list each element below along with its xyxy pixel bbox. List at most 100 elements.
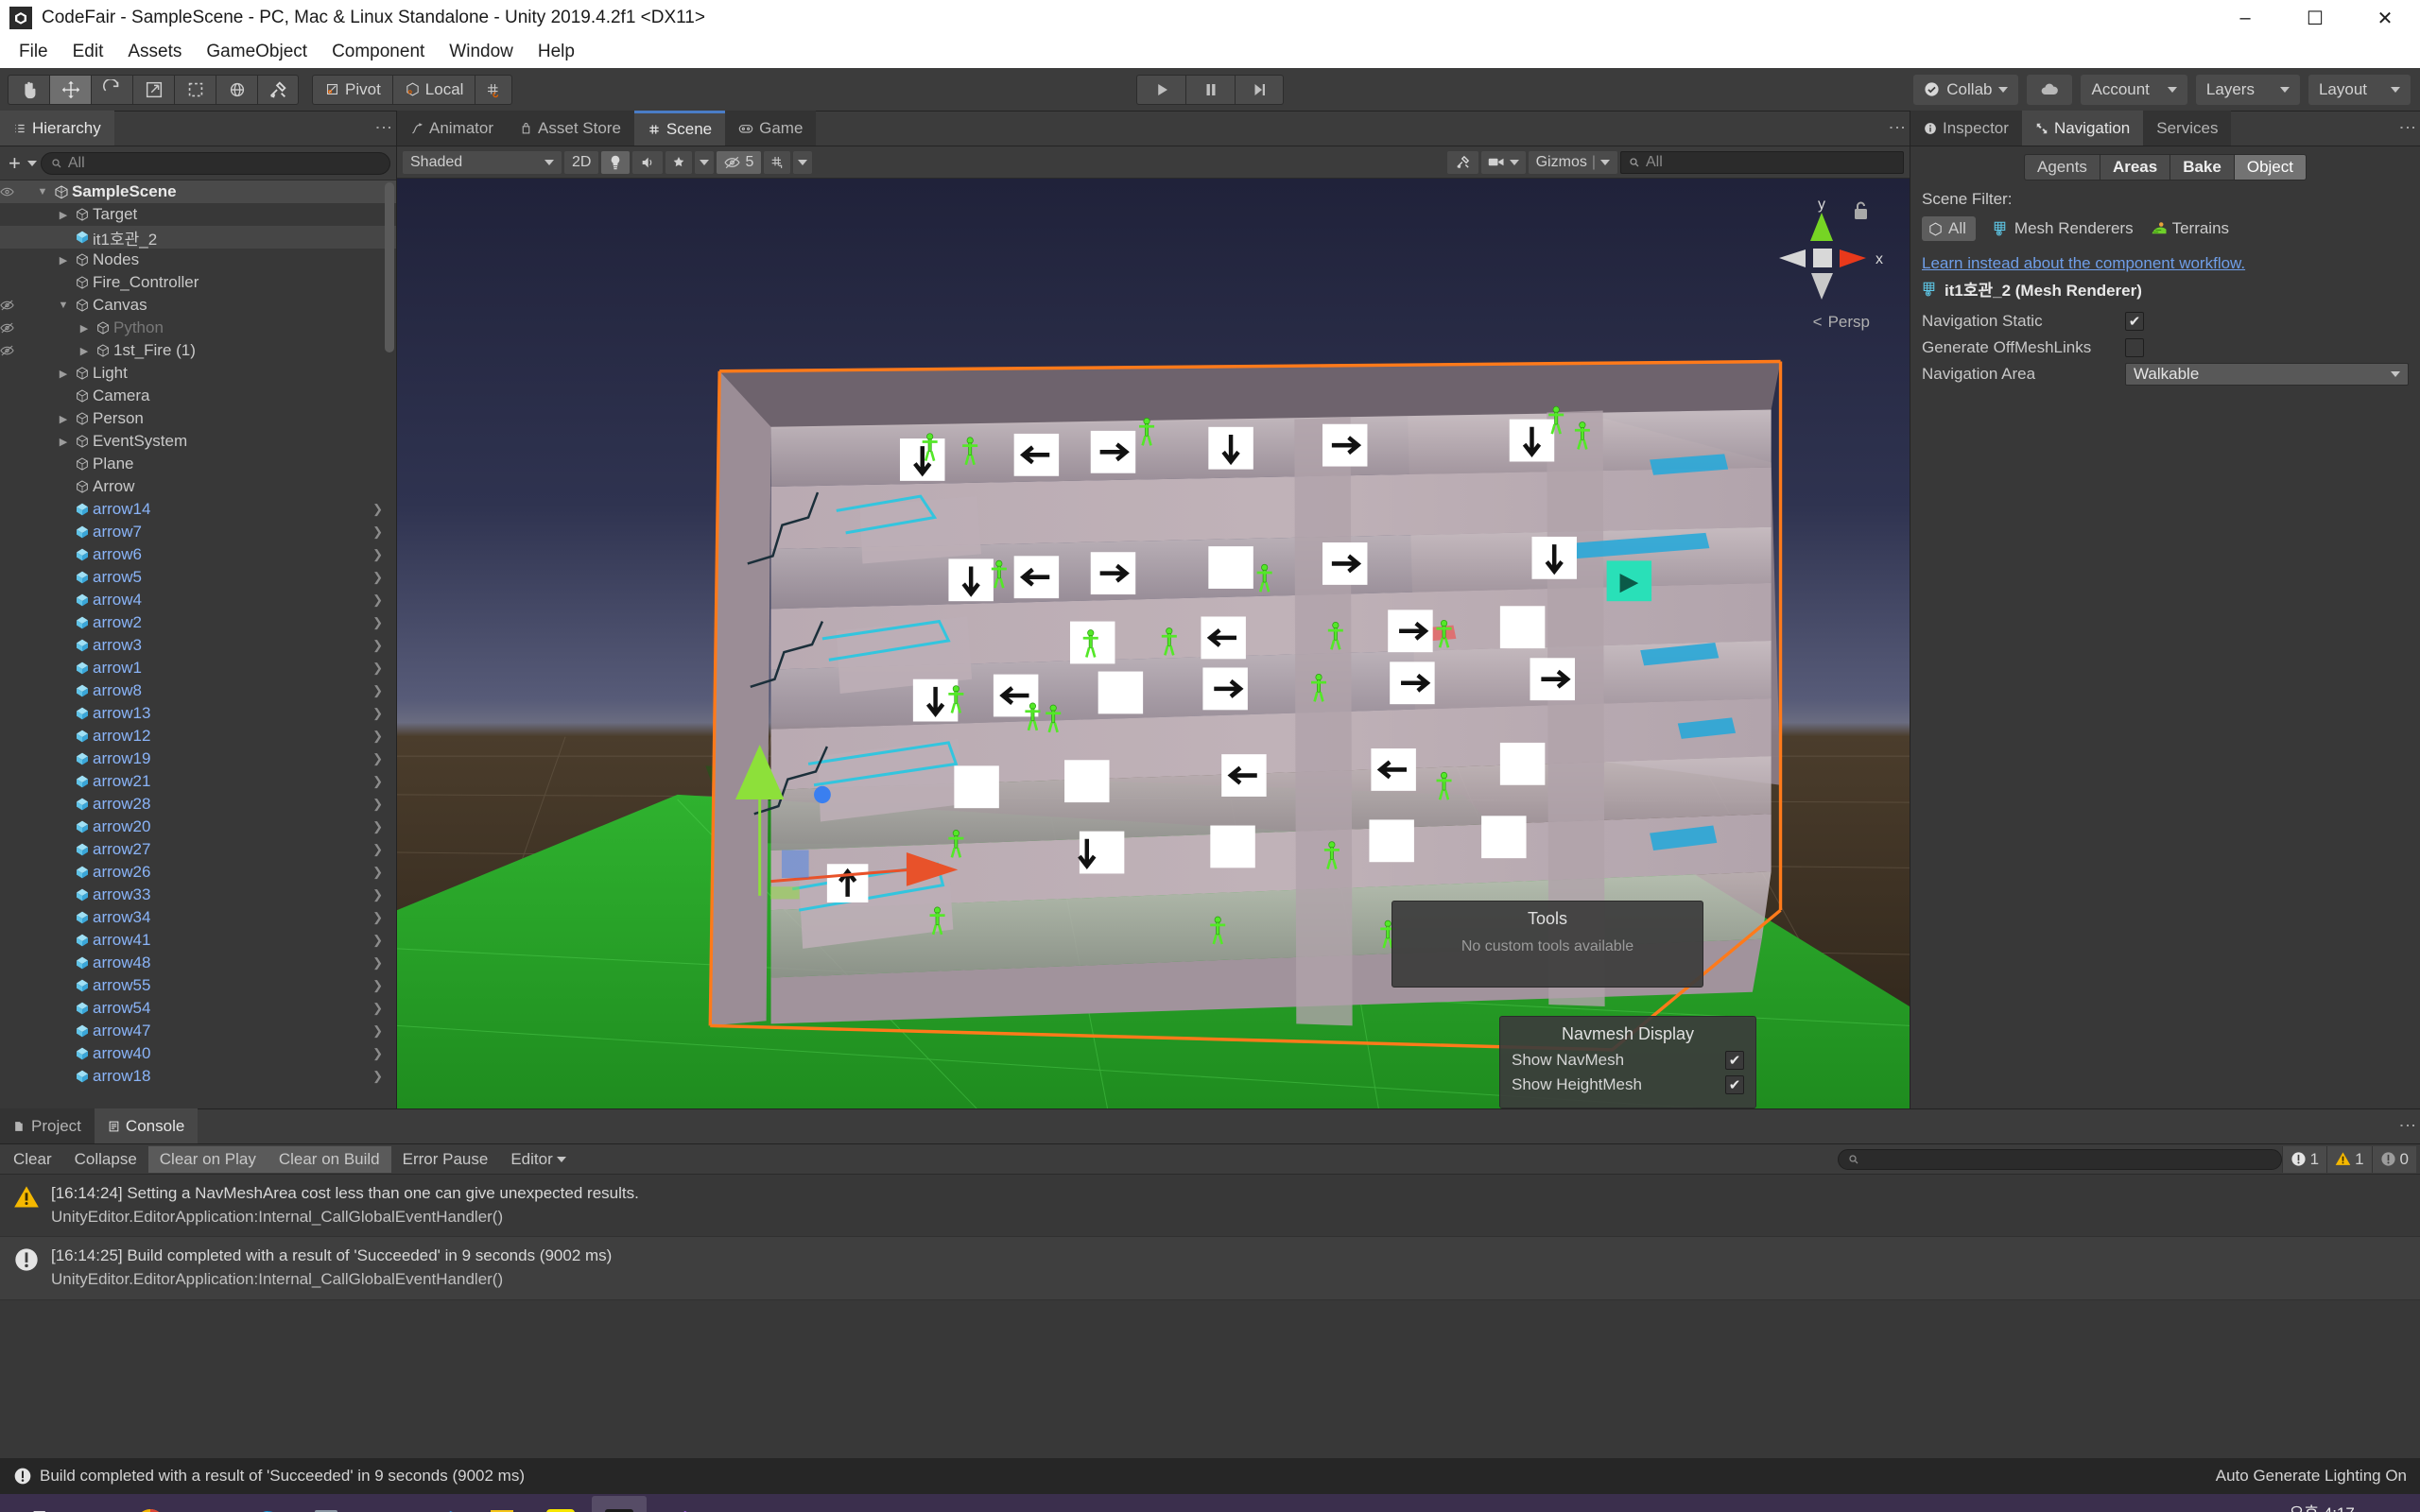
visual-studio-icon[interactable] <box>650 1496 705 1512</box>
hierarchy-item-arrow8[interactable]: arrow8 ❯ <box>0 679 396 702</box>
prefab-open-chevron-icon[interactable]: ❯ <box>372 683 383 698</box>
prefab-open-chevron-icon[interactable]: ❯ <box>372 955 383 971</box>
prefab-open-chevron-icon[interactable]: ❯ <box>372 1069 383 1084</box>
close-button[interactable]: ✕ <box>2350 0 2420 36</box>
layers-button[interactable]: Layers <box>2195 74 2300 105</box>
hierarchy-item-arrow40[interactable]: arrow40 ❯ <box>0 1042 396 1065</box>
prefab-open-chevron-icon[interactable]: ❯ <box>372 751 383 766</box>
visibility-toggle-off-icon[interactable] <box>0 322 25 334</box>
menu-file[interactable]: File <box>8 39 60 65</box>
clear-on-build-button[interactable]: Clear on Build <box>267 1145 391 1173</box>
show-navmesh-checkbox[interactable]: ✔ <box>1725 1051 1744 1070</box>
local-space-button[interactable]: Local <box>391 74 475 105</box>
component-workflow-link[interactable]: Learn instead about the component workfl… <box>1922 254 2409 273</box>
hierarchy-scrollbar[interactable] <box>385 182 394 352</box>
menu-window[interactable]: Window <box>438 39 525 65</box>
scene-orientation-gizmo[interactable]: y x <box>1760 196 1883 318</box>
show-heightmesh-checkbox[interactable]: ✔ <box>1725 1075 1744 1094</box>
prefab-open-chevron-icon[interactable]: ❯ <box>372 842 383 857</box>
maximize-button[interactable]: ☐ <box>2280 0 2350 36</box>
nav-tab-object[interactable]: Object <box>2233 154 2307 180</box>
gizmos-button[interactable]: Gizmos | <box>1528 150 1617 174</box>
prefab-open-chevron-icon[interactable]: ❯ <box>372 570 383 585</box>
pivot-mode-button[interactable]: Pivot <box>312 74 392 105</box>
prefab-open-chevron-icon[interactable]: ❯ <box>372 615 383 630</box>
draw-mode-dropdown[interactable]: Shaded <box>403 150 562 174</box>
hierarchy-item-arrow4[interactable]: arrow4 ❯ <box>0 589 396 611</box>
nav-tab-areas[interactable]: Areas <box>2099 154 2170 180</box>
rotate-tool-button[interactable] <box>91 74 132 105</box>
notepad-icon[interactable] <box>475 1496 529 1512</box>
minimize-button[interactable]: – <box>2210 0 2280 36</box>
create-gameobject-button[interactable]: + <box>6 151 24 176</box>
navigation-area-dropdown[interactable]: Walkable <box>2125 363 2409 386</box>
account-button[interactable]: Account <box>2081 74 2187 105</box>
hierarchy-item-arrow41[interactable]: arrow41 ❯ <box>0 929 396 952</box>
expand-triangle-icon[interactable]: ▶ <box>55 254 72 266</box>
expand-triangle-icon[interactable]: ▶ <box>55 368 72 380</box>
hierarchy-item-arrow12[interactable]: arrow12 ❯ <box>0 725 396 747</box>
visibility-toggle-icon[interactable] <box>0 186 25 198</box>
error-count[interactable]: 0 <box>2371 1145 2416 1173</box>
kakaotalk-icon[interactable]: TALK <box>533 1496 588 1512</box>
menu-assets[interactable]: Assets <box>116 39 193 65</box>
prefab-open-chevron-icon[interactable]: ❯ <box>372 933 383 948</box>
hierarchy-item-arrow47[interactable]: arrow47 ❯ <box>0 1020 396 1042</box>
visibility-toggle-off-icon[interactable] <box>0 300 25 311</box>
hierarchy-item-arrow13[interactable]: arrow13 ❯ <box>0 702 396 725</box>
calculator-icon[interactable] <box>299 1496 354 1512</box>
scene-viewport[interactable]: ▶ y x < Persp Tools No custom tools avai… <box>397 179 1910 1108</box>
prefab-open-chevron-icon[interactable]: ❯ <box>372 774 383 789</box>
tab-scene[interactable]: Scene <box>633 111 726 146</box>
prefab-open-chevron-icon[interactable]: ❯ <box>372 978 383 993</box>
audio-icon[interactable] <box>632 150 664 174</box>
console-entry[interactable]: [16:14:24] Setting a NavMeshArea cost le… <box>0 1175 2420 1238</box>
hierarchy-item-arrow[interactable]: Arrow <box>0 475 396 498</box>
hierarchy-item-arrow48[interactable]: arrow48 ❯ <box>0 952 396 974</box>
hierarchy-item-plane[interactable]: Plane <box>0 453 396 475</box>
show-navmesh-row[interactable]: Show NavMesh ✔ <box>1500 1048 1755 1073</box>
hierarchy-item-arrow18[interactable]: arrow18 ❯ <box>0 1065 396 1088</box>
hierarchy-search-input[interactable]: All <box>40 151 390 175</box>
tab-project[interactable]: Project <box>0 1108 95 1143</box>
prefab-open-chevron-icon[interactable]: ❯ <box>372 797 383 812</box>
collapse-triangle-icon[interactable]: ▼ <box>55 300 72 311</box>
expand-triangle-icon[interactable]: ▶ <box>55 209 72 221</box>
generate-offmeshlinks-checkbox[interactable] <box>2125 338 2144 357</box>
unity-icon[interactable] <box>592 1496 647 1512</box>
hierarchy-item-arrow26[interactable]: arrow26 ❯ <box>0 861 396 884</box>
clear-button[interactable]: Clear <box>2 1146 63 1173</box>
hierarchy-item-camera[interactable]: Camera <box>0 385 396 407</box>
lighting-icon[interactable] <box>601 150 631 174</box>
collapse-triangle-icon[interactable]: ▼ <box>34 186 51 198</box>
hierarchy-item-arrow19[interactable]: arrow19 ❯ <box>0 747 396 770</box>
hierarchy-item-arrow28[interactable]: arrow28 ❯ <box>0 793 396 816</box>
prefab-open-chevron-icon[interactable]: ❯ <box>372 1023 383 1039</box>
navigation-static-checkbox[interactable]: ✔ <box>2125 312 2144 331</box>
prefab-open-chevron-icon[interactable]: ❯ <box>372 638 383 653</box>
tab-services[interactable]: Services <box>2143 111 2232 146</box>
play-button[interactable] <box>1136 74 1185 105</box>
hidden-objects-toggle[interactable]: 5 <box>717 150 762 174</box>
hierarchy-item-target[interactable]: ▶ Target <box>0 203 396 226</box>
prefab-open-chevron-icon[interactable]: ❯ <box>372 1001 383 1016</box>
tab-navigation[interactable]: Navigation <box>2021 111 2144 146</box>
hierarchy-item-arrow2[interactable]: arrow2 ❯ <box>0 611 396 634</box>
start-button[interactable] <box>6 1496 60 1512</box>
warning-count[interactable]: 1 <box>2326 1145 2372 1173</box>
hierarchy-item-arrow3[interactable]: arrow3 ❯ <box>0 634 396 657</box>
chrome-icon[interactable] <box>123 1496 178 1512</box>
vscode-icon[interactable] <box>416 1496 471 1512</box>
error-pause-button[interactable]: Error Pause <box>391 1146 500 1173</box>
hierarchy-item-fire-controller[interactable]: Fire_Controller <box>0 271 396 294</box>
hierarchy-item-light[interactable]: ▶ Light <box>0 362 396 385</box>
hierarchy-item-arrow27[interactable]: arrow27 ❯ <box>0 838 396 861</box>
hierarchy-item-arrow20[interactable]: arrow20 ❯ <box>0 816 396 838</box>
scene-visibility-dropdown[interactable] <box>793 150 813 174</box>
inspector-menu-icon[interactable]: ⋮ <box>2398 119 2417 136</box>
menu-help[interactable]: Help <box>527 39 586 65</box>
custom-editor-tool-button[interactable] <box>257 74 299 105</box>
scene-visibility-icon[interactable] <box>764 150 791 174</box>
effects-icon[interactable] <box>666 150 693 174</box>
chevron-down-icon[interactable] <box>26 160 37 166</box>
